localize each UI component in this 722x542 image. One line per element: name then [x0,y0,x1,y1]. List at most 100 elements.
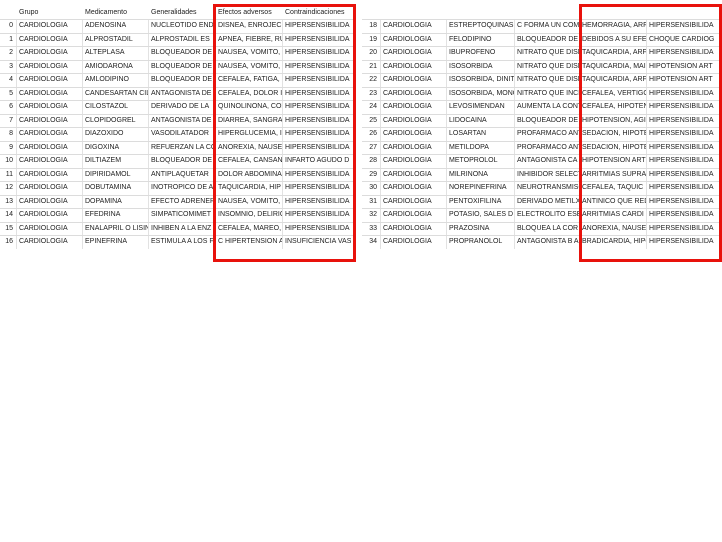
row-index: 29 [369,170,377,178]
column-divider [16,141,17,154]
column-divider [82,236,83,249]
column-divider [148,128,149,141]
cell-grupo: CARDIOLOGIA [383,130,432,137]
column-divider [16,33,17,46]
row-index: 5 [9,89,13,97]
row-index: 21 [369,62,377,70]
column-divider [82,74,83,87]
cell-medicamento: DIPIRIDAMOL [85,170,131,178]
cell-generalidades: INHIBEN A LA ENZ [151,224,212,232]
row-index: 32 [369,211,377,218]
column-divider [446,155,447,168]
row-index: 24 [369,103,377,110]
column-divider [16,60,17,73]
column-divider [514,60,515,73]
column-divider [148,182,149,195]
cell-grupo: CARDIOLOGIA [383,62,432,70]
cell-generalidades: NEUROTRANSMISO [517,184,580,191]
cell-medicamento: DIGOXINA [85,143,120,151]
cell-medicamento: FELODIPINO [449,35,492,43]
column-divider [82,101,83,114]
column-divider [514,74,515,87]
row-index: 23 [369,89,377,97]
column-divider [380,182,381,195]
column-divider [380,155,381,168]
row-index: 30 [369,184,377,191]
column-divider [148,87,149,100]
column-divider [446,87,447,100]
cell-generalidades: VASODILATADOR [151,130,209,137]
cell-grupo: CARDIOLOGIA [383,184,432,191]
cell-generalidades: BLOQUEADOR DE [151,76,213,83]
column-divider [148,168,149,181]
column-divider [380,209,381,222]
row-index: 15 [5,224,13,232]
cell-grupo: CARDIOLOGIA [19,76,68,83]
column-divider [82,128,83,141]
column-divider [514,101,515,114]
column-divider [446,114,447,127]
column-divider [380,60,381,73]
column-divider [16,168,17,181]
cell-grupo: CARDIOLOGIA [19,22,68,29]
column-divider [148,60,149,73]
cell-grupo: CARDIOLOGIA [19,103,68,110]
cell-medicamento: DOBUTAMINA [85,184,132,191]
highlight-box-left [213,4,356,262]
cell-grupo: CARDIOLOGIA [383,116,432,124]
column-divider [514,209,515,222]
cell-grupo: CARDIOLOGIA [383,157,432,164]
column-divider [380,128,381,141]
column-divider [514,128,515,141]
cell-grupo: CARDIOLOGIA [383,103,432,110]
cell-grupo: CARDIOLOGIA [19,143,68,151]
cell-generalidades: NITRATO QUE INCR [517,89,580,97]
cell-generalidades: BLOQUEADOR DE [517,116,579,124]
cell-medicamento: ISOSORBIDA [449,62,493,70]
column-divider [82,20,83,33]
column-divider [380,222,381,235]
row-index: 28 [369,157,377,164]
cell-grupo: CARDIOLOGIA [383,35,432,43]
column-divider [514,236,515,249]
cell-medicamento: EFEDRINA [85,211,121,218]
row-index: 12 [5,184,13,191]
cell-grupo: CARDIOLOGIA [19,170,68,178]
column-divider [148,236,149,249]
column-divider [380,195,381,208]
column-divider [514,141,515,154]
column-divider [446,236,447,249]
cell-generalidades: INHIBIDOR SELECT [517,170,580,178]
cell-grupo: CARDIOLOGIA [383,89,432,97]
column-divider [148,222,149,235]
cell-grupo: CARDIOLOGIA [19,197,68,205]
cell-medicamento: CANDESARTAN CIL [85,89,149,97]
cell-generalidades: ALPROSTADIL ES [151,35,210,43]
column-divider [380,74,381,87]
cell-medicamento: DOPAMINA [85,197,122,205]
cell-medicamento: CILOSTAZOL [85,103,129,110]
column-divider [446,20,447,33]
cell-generalidades: BLOQUEADOR DE [151,62,213,70]
cell-medicamento: ENALAPRIL O LISIN [85,224,149,232]
column-divider [446,60,447,73]
cell-grupo: CARDIOLOGIA [19,35,68,43]
cell-medicamento: DIAZOXIDO [85,130,124,137]
row-index: 19 [369,35,377,43]
column-divider [380,47,381,60]
row-index: 25 [369,116,377,124]
cell-generalidades: BLOQUEADOR DE [151,157,213,164]
row-index: 3 [9,62,13,70]
row-index: 18 [369,22,377,29]
column-divider [148,114,149,127]
column-divider [446,182,447,195]
cell-generalidades: C FORMA UN COMI [517,22,580,29]
column-divider [82,33,83,46]
column-divider [16,20,17,33]
cell-grupo: CARDIOLOGIA [19,238,68,245]
header-grupo: Grupo [19,9,39,16]
column-divider [380,168,381,181]
column-divider [446,33,447,46]
column-divider [82,195,83,208]
cell-generalidades: NITRATO QUE DISM [517,49,580,56]
